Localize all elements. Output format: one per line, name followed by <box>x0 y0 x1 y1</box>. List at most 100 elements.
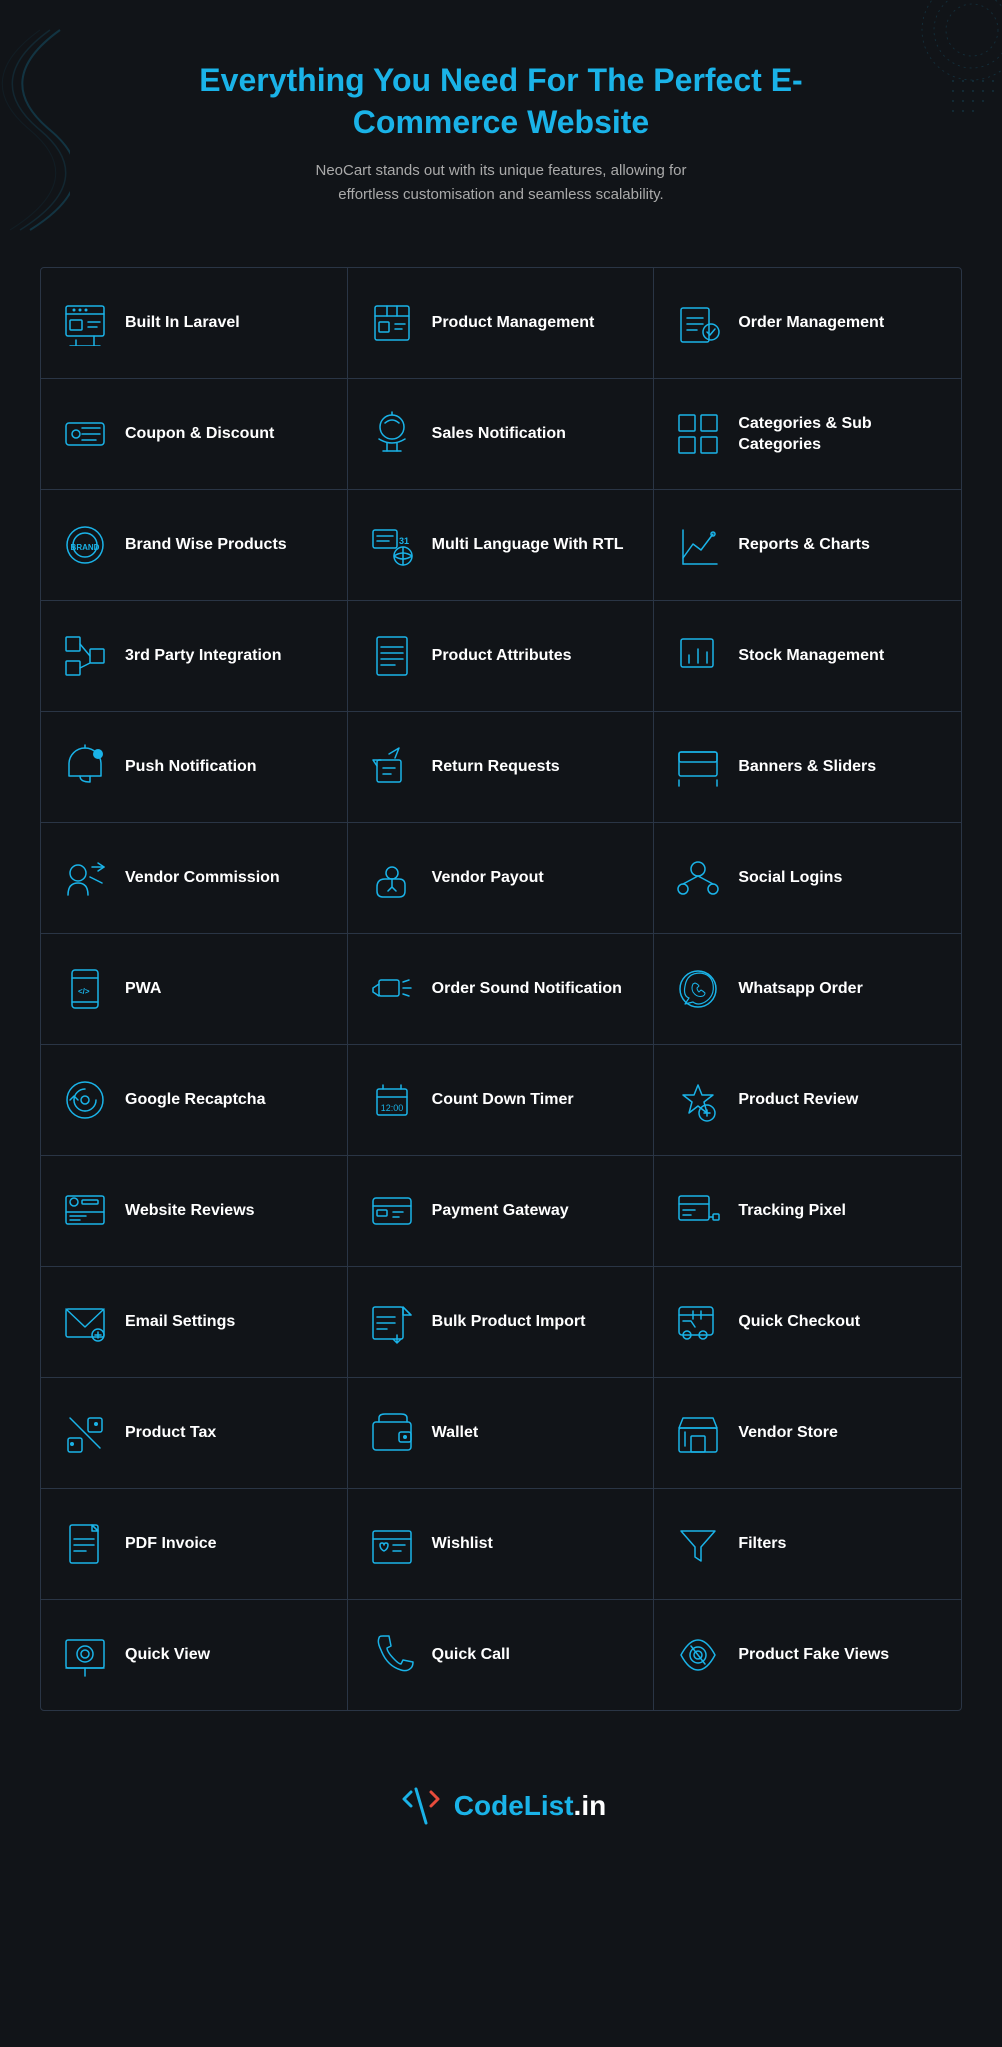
cell-label-5-1: Vendor Payout <box>432 867 544 889</box>
whatsapp-icon <box>672 963 724 1015</box>
grid-row-3: 3rd Party Integration Product Attributes S… <box>41 601 961 712</box>
wishlist-icon <box>366 1518 418 1570</box>
grid-cell-4-1[interactable]: Return Requests <box>348 712 655 822</box>
grid-cell-0-2[interactable]: Order Management <box>654 268 961 378</box>
cell-label-10-1: Wallet <box>432 1422 479 1444</box>
cell-label-7-2: Product Review <box>738 1089 858 1111</box>
cell-label-11-2: Filters <box>738 1533 786 1555</box>
grid-cell-7-1[interactable]: 12:00Count Down Timer <box>348 1045 655 1155</box>
grid-cell-0-0[interactable]: Built In Laravel <box>41 268 348 378</box>
order-management-icon <box>672 297 724 349</box>
grid-cell-5-0[interactable]: Vendor Commission <box>41 823 348 933</box>
product-management-icon <box>366 297 418 349</box>
recaptcha-icon <box>59 1074 111 1126</box>
cell-label-11-0: PDF Invoice <box>125 1533 217 1555</box>
grid-row-1: Coupon & Discount Sales Notification Categ… <box>41 379 961 490</box>
grid-cell-0-1[interactable]: Product Management <box>348 268 655 378</box>
cell-label-12-0: Quick View <box>125 1644 210 1666</box>
grid-cell-11-2[interactable]: Filters <box>654 1489 961 1599</box>
svg-text:BRAND: BRAND <box>71 543 100 552</box>
svg-text:12:00: 12:00 <box>380 1103 403 1113</box>
cell-label-1-1: Sales Notification <box>432 423 566 445</box>
multilanguage-icon: 31 <box>366 519 418 571</box>
grid-cell-8-1[interactable]: Payment Gateway <box>348 1156 655 1266</box>
grid-cell-9-1[interactable]: Bulk Product Import <box>348 1267 655 1377</box>
cell-label-8-1: Payment Gateway <box>432 1200 569 1222</box>
grid-row-5: Vendor Commission Vendor Payout Social Log… <box>41 823 961 934</box>
grid-cell-1-1[interactable]: Sales Notification <box>348 379 655 489</box>
cell-label-12-1: Quick Call <box>432 1644 510 1666</box>
bulk-import-icon <box>366 1296 418 1348</box>
grid-cell-8-0[interactable]: Website Reviews <box>41 1156 348 1266</box>
cell-label-1-2: Categories & Sub Categories <box>738 413 943 456</box>
page-title: Everything You Need For The Perfect E-Co… <box>120 60 882 143</box>
grid-cell-7-2[interactable]: Product Review <box>654 1045 961 1155</box>
grid-cell-10-1[interactable]: Wallet <box>348 1378 655 1488</box>
integration-icon <box>59 630 111 682</box>
grid-cell-4-0[interactable]: Push Notification <box>41 712 348 822</box>
grid-cell-7-0[interactable]: Google Recaptcha <box>41 1045 348 1155</box>
footer-logo-text: CodeList.in <box>454 1790 606 1822</box>
grid-row-2: BRANDBrand Wise Products31Multi Language… <box>41 490 961 601</box>
fake-views-icon <box>672 1629 724 1681</box>
cell-label-3-1: Product Attributes <box>432 645 572 667</box>
grid-row-9: Email Settings Bulk Product Import Quick C… <box>41 1267 961 1378</box>
cell-label-0-2: Order Management <box>738 312 884 334</box>
grid-cell-3-2[interactable]: Stock Management <box>654 601 961 711</box>
grid-cell-9-2[interactable]: Quick Checkout <box>654 1267 961 1377</box>
cell-label-0-0: Built In Laravel <box>125 312 240 334</box>
cell-label-6-2: Whatsapp Order <box>738 978 862 1000</box>
codelist-logo-icon <box>396 1781 446 1831</box>
pwa-icon: </> <box>59 963 111 1015</box>
vendor-payout-icon <box>366 852 418 904</box>
cell-label-6-1: Order Sound Notification <box>432 978 622 1000</box>
cell-label-7-0: Google Recaptcha <box>125 1089 265 1111</box>
cell-label-4-1: Return Requests <box>432 756 560 778</box>
grid-cell-6-0[interactable]: </>PWA <box>41 934 348 1044</box>
page-subtitle: NeoCart stands out with its unique featu… <box>291 159 711 207</box>
grid-cell-2-1[interactable]: 31Multi Language With RTL <box>348 490 655 600</box>
cell-label-8-2: Tracking Pixel <box>738 1200 846 1222</box>
grid-row-11: PDF Invoice Wishlist Filters <box>41 1489 961 1600</box>
grid-cell-6-1[interactable]: Order Sound Notification <box>348 934 655 1044</box>
grid-cell-2-0[interactable]: BRANDBrand Wise Products <box>41 490 348 600</box>
grid-cell-5-2[interactable]: Social Logins <box>654 823 961 933</box>
grid-row-0: Built In Laravel Product Management Order … <box>41 268 961 379</box>
pdf-icon <box>59 1518 111 1570</box>
quick-checkout-icon <box>672 1296 724 1348</box>
cell-label-4-0: Push Notification <box>125 756 257 778</box>
grid-cell-11-0[interactable]: PDF Invoice <box>41 1489 348 1599</box>
cell-label-0-1: Product Management <box>432 312 595 334</box>
categories-icon <box>672 408 724 460</box>
grid-cell-2-2[interactable]: Reports & Charts <box>654 490 961 600</box>
cell-label-10-0: Product Tax <box>125 1422 216 1444</box>
grid-cell-5-1[interactable]: Vendor Payout <box>348 823 655 933</box>
vendor-commission-icon <box>59 852 111 904</box>
grid-cell-10-2[interactable]: Vendor Store <box>654 1378 961 1488</box>
page-header: Everything You Need For The Perfect E-Co… <box>0 0 1002 247</box>
filters-icon <box>672 1518 724 1570</box>
grid-cell-6-2[interactable]: Whatsapp Order <box>654 934 961 1044</box>
grid-cell-10-0[interactable]: Product Tax <box>41 1378 348 1488</box>
grid-cell-1-0[interactable]: Coupon & Discount <box>41 379 348 489</box>
grid-cell-3-1[interactable]: Product Attributes <box>348 601 655 711</box>
grid-cell-3-0[interactable]: 3rd Party Integration <box>41 601 348 711</box>
cell-label-9-2: Quick Checkout <box>738 1311 860 1333</box>
grid-cell-12-1[interactable]: Quick Call <box>348 1600 655 1710</box>
cell-label-4-2: Banners & Sliders <box>738 756 876 778</box>
grid-cell-8-2[interactable]: Tracking Pixel <box>654 1156 961 1266</box>
cell-label-3-0: 3rd Party Integration <box>125 645 281 667</box>
cell-label-3-2: Stock Management <box>738 645 884 667</box>
grid-row-4: Push Notification Return Requests Banners … <box>41 712 961 823</box>
return-icon <box>366 741 418 793</box>
grid-cell-4-2[interactable]: Banners & Sliders <box>654 712 961 822</box>
cell-label-9-0: Email Settings <box>125 1311 235 1333</box>
grid-cell-12-2[interactable]: Product Fake Views <box>654 1600 961 1710</box>
grid-cell-11-1[interactable]: Wishlist <box>348 1489 655 1599</box>
review-icon <box>672 1074 724 1126</box>
banners-icon <box>672 741 724 793</box>
grid-cell-12-0[interactable]: Quick View <box>41 1600 348 1710</box>
wallet-icon <box>366 1407 418 1459</box>
grid-cell-9-0[interactable]: Email Settings <box>41 1267 348 1377</box>
grid-cell-1-2[interactable]: Categories & Sub Categories <box>654 379 961 489</box>
